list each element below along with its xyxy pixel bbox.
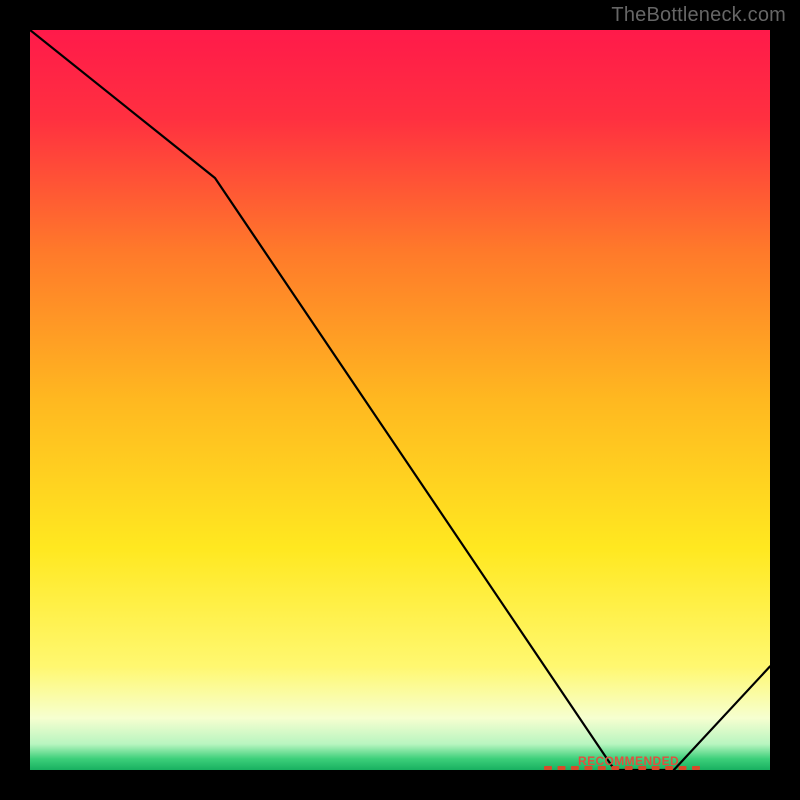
recommended-label: RECOMMENDED [578, 754, 679, 768]
watermark-text: TheBottleneck.com [611, 4, 786, 27]
chart-stage: TheBottleneck.com RECOMMENDED [0, 0, 800, 800]
plot-svg [30, 30, 770, 770]
gradient-background [30, 30, 770, 770]
plot-frame [30, 30, 770, 770]
